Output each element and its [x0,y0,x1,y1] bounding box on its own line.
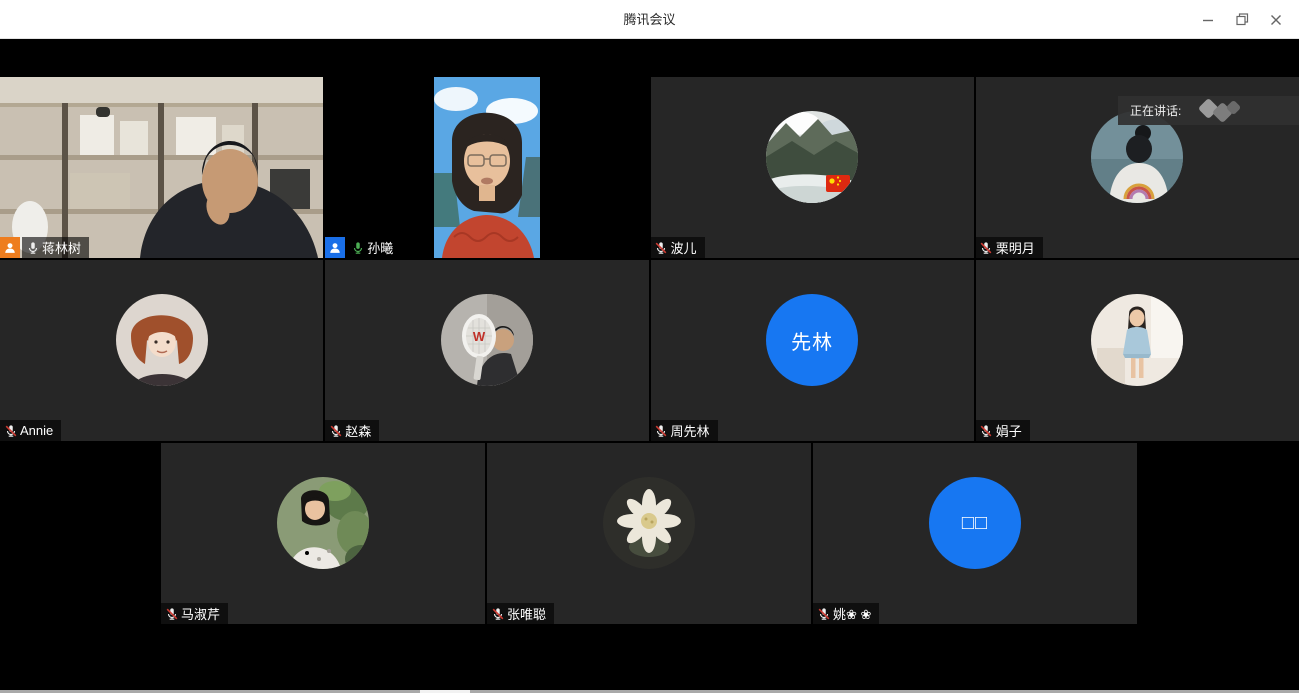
video-grid-row-2: Annie W [0,260,1299,441]
participant-name: 栗明月 [996,238,1035,257]
minimize-icon [1202,14,1214,26]
mic-muted-icon [816,606,831,621]
participant-name: 娟子 [996,421,1022,440]
name-tag: 孙曦 [347,237,401,258]
participant-tile-zhouxianlin[interactable]: 先林 周先林 [651,260,974,441]
name-tag: 张唯聪 [487,603,554,624]
participant-name: 张唯聪 [507,604,546,623]
speaker-avatar-diamonds-icon [1195,96,1251,125]
mic-active-icon [350,240,365,255]
mic-muted-icon [979,240,994,255]
participant-name: 姚❀ ❀ [833,604,871,623]
video-grid-row-3: 马淑芹 [161,443,1137,624]
person-icon [328,241,342,255]
name-tag: 栗明月 [976,237,1043,258]
mic-muted-icon [164,606,179,621]
participant-tile-jianglinshu[interactable]: 蒋林树 [0,77,323,258]
close-icon [1270,14,1282,26]
avatar-photo-mountain [766,111,858,203]
participant-name: 孙曦 [367,238,393,257]
mic-muted-icon [979,423,994,438]
participant-name: 蒋林树 [42,238,81,257]
avatar-photo-tennis-racket: W [441,294,533,386]
participant-name: 周先林 [671,421,710,440]
participant-name: Annie [20,423,53,438]
video-grid-row-1: 蒋林树 [0,77,1299,258]
svg-text:W: W [473,329,486,344]
window-controls [1191,0,1293,39]
name-tag: 姚❀ ❀ [813,603,879,624]
participant-tile-annie[interactable]: Annie [0,260,323,441]
restore-icon [1236,13,1249,26]
mic-muted-icon [654,423,669,438]
participant-name: 赵森 [345,421,371,440]
avatar-photo-redhead-woman [116,294,208,386]
name-tag: 马淑芹 [161,603,228,624]
name-tag: 蒋林树 [22,237,89,258]
window-title: 腾讯会议 [0,0,1299,39]
speaking-indicator: 正在讲话: [1118,96,1299,125]
name-tag: 娟子 [976,420,1030,441]
name-tag: 周先林 [651,420,718,441]
mic-muted-icon [490,606,505,621]
participant-tile-sunxi[interactable]: 孙曦 [325,77,648,258]
avatar-initials: 先林 [766,294,858,386]
name-tag: 波儿 [651,237,705,258]
participant-tile-boer[interactable]: 波儿 [651,77,974,258]
participant-tile-zhangweicong[interactable]: 张唯聪 [487,443,811,624]
video-frame-bookshelf-man [0,77,323,258]
participant-tile-yao[interactable]: □□ 姚❀ ❀ [813,443,1137,624]
meeting-window: 腾讯会议 [0,0,1299,693]
person-icon [3,241,17,255]
avatar-photo-woman-plants [277,477,369,569]
participant-name: 波儿 [671,238,697,257]
participant-tile-mashuqin[interactable]: 马淑芹 [161,443,485,624]
name-tag: Annie [0,420,61,441]
mic-muted-icon [328,423,343,438]
host-badge [0,237,20,258]
avatar-initials: □□ [929,477,1021,569]
video-frame-portrait-woman [434,77,540,258]
participant-name: 马淑芹 [181,604,220,623]
avatar-initials-text: □□ [962,512,988,535]
avatar-photo-blue-dress [1091,294,1183,386]
titlebar[interactable]: 腾讯会议 [0,0,1299,39]
restore-button[interactable] [1225,5,1259,35]
name-tag: 赵森 [325,420,379,441]
mic-muted-icon [3,423,18,438]
self-badge [325,237,345,258]
mic-muted-icon [654,240,669,255]
participant-tile-zhaomiao[interactable]: W 赵森 [325,260,648,441]
avatar-initials-text: 先林 [791,326,833,355]
mic-on-icon [25,240,40,255]
speaking-label: 正在讲话: [1130,102,1181,119]
minimize-button[interactable] [1191,5,1225,35]
participant-tile-juanzi[interactable]: 娟子 [976,260,1299,441]
close-button[interactable] [1259,5,1293,35]
avatar-photo-white-flower [603,477,695,569]
